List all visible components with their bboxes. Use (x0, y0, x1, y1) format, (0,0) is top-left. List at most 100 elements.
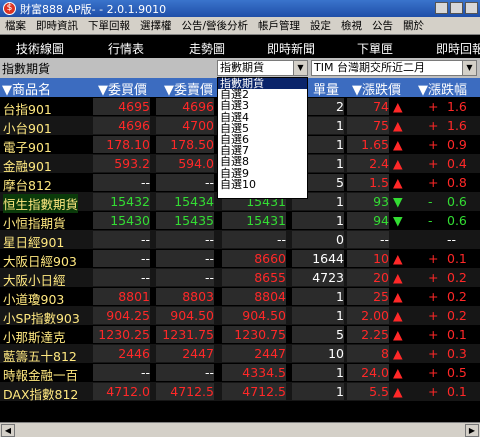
up-arrow-icon: ▲ (393, 270, 403, 285)
maximize-button[interactable] (450, 2, 463, 14)
table-row[interactable]: 小那斯達克 1230.25 1231.75 1230.75 5 2.25 ▲ +0.1 (0, 325, 480, 345)
header-bid[interactable]: ▼委買價 (98, 79, 147, 98)
header-volume[interactable]: 單量 (313, 79, 339, 98)
row-change: 24.0 (361, 365, 389, 380)
row-bid: 178.10 (106, 137, 150, 152)
menu-options[interactable]: 選擇權 (135, 18, 177, 33)
up-arrow-icon: ▲ (393, 365, 403, 380)
menu-announcement-analysis[interactable]: 公告/營後分析 (177, 18, 254, 33)
menu-settings[interactable]: 設定 (305, 18, 336, 33)
minimize-button[interactable] (435, 2, 448, 14)
table-row[interactable]: 小恒指期貨 15430 15435 15431 1 94 ▼ -0.6 (0, 211, 480, 231)
row-change: 2.25 (361, 327, 389, 342)
menu-view[interactable]: 檢視 (336, 18, 367, 33)
quote-table-button[interactable]: 行情表 (108, 40, 144, 57)
row-ask: 4696 (182, 99, 214, 114)
table-row[interactable]: 星日經901 -- -- -- 0 -- -- (0, 230, 480, 250)
up-arrow-icon: ▲ (393, 346, 403, 361)
table-row[interactable]: 時報金融一百 -- -- 4334.5 1 24.0 ▲ +0.5 (0, 363, 480, 383)
row-ask: 178.50 (170, 137, 214, 152)
row-bid: -- (140, 251, 150, 266)
row-last: 15431 (246, 213, 286, 228)
row-last: 1230.75 (234, 327, 286, 342)
row-change: 1.65 (361, 137, 389, 152)
chevron-down-icon[interactable]: ▼ (293, 61, 307, 75)
table-row[interactable]: 大阪小日經 -- -- 8655 4723 20 ▲ +0.2 (0, 268, 480, 288)
up-arrow-icon: ▲ (393, 156, 403, 171)
row-change-sign: + (428, 118, 439, 133)
menu-account[interactable]: 帳戶管理 (253, 18, 305, 33)
menu-realtime-info[interactable]: 即時資訊 (31, 18, 83, 33)
row-bid: 2446 (118, 346, 150, 361)
row-ask: 594.0 (178, 156, 214, 171)
row-bid: 593.2 (114, 156, 150, 171)
row-last: 4334.5 (242, 365, 286, 380)
realtime-news-button[interactable]: 即時新聞 (267, 40, 315, 57)
table-row[interactable]: DAX指數812 4712.0 4712.5 4712.5 1 5.5 ▲ +0.1 (0, 382, 480, 402)
row-change-sign: + (428, 270, 439, 285)
row-change-pct: 0.9 (447, 137, 467, 152)
scroll-right-icon[interactable]: ▶ (465, 424, 479, 437)
trend-chart-button[interactable]: 走勢圖 (189, 40, 225, 57)
row-volume: 1 (336, 384, 344, 399)
table-row[interactable]: 藍籌五十812 2446 2447 2447 10 8 ▲ +0.3 (0, 344, 480, 364)
scroll-left-icon[interactable]: ◀ (1, 424, 15, 437)
dropdown-option[interactable]: 自選9 (218, 167, 307, 179)
row-change-sign: + (428, 156, 439, 171)
up-arrow-icon: ▲ (393, 137, 403, 152)
header-change-pct[interactable]: ▼漲跌幅 (418, 79, 467, 98)
row-change-sign: + (428, 384, 439, 399)
up-arrow-icon: ▲ (393, 175, 403, 190)
row-ask: 2447 (182, 346, 214, 361)
row-change-sign: + (428, 289, 439, 304)
row-change-pct: 0.1 (447, 251, 467, 266)
header-ask[interactable]: ▼委賣價 (164, 79, 213, 98)
horizontal-scrollbar[interactable]: ◀ ▶ (0, 422, 480, 437)
row-change: 5.5 (369, 384, 389, 399)
menu-about[interactable]: 關於 (398, 18, 429, 33)
up-arrow-icon: ▲ (393, 327, 403, 342)
row-change-pct: 1.6 (447, 118, 467, 133)
menu-notice[interactable]: 公告 (367, 18, 398, 33)
close-button[interactable] (465, 2, 478, 14)
table-row[interactable]: 小SP指數903 904.25 904.50 904.50 1 2.00 ▲ +0.2 (0, 306, 480, 326)
order-box-button[interactable]: 下單匣 (357, 40, 393, 57)
up-arrow-icon: ▲ (393, 118, 403, 133)
header-name[interactable]: ▼商品名 (2, 79, 51, 98)
row-volume: 0 (336, 232, 344, 247)
technical-chart-button[interactable]: 技術線圖 (16, 40, 64, 57)
row-change-pct: 0.6 (447, 213, 467, 228)
exchange-select[interactable]: TIM 台灣期交所近二月 ▼ (311, 60, 477, 76)
row-bid: 4712.0 (106, 384, 150, 399)
table-row[interactable]: 小道瓊903 8801 8803 8804 1 25 ▲ +0.2 (0, 287, 480, 307)
row-ask: 4712.5 (170, 384, 214, 399)
row-change-pct: 0.3 (447, 346, 467, 361)
row-change-sign: + (428, 365, 439, 380)
row-ask: -- (204, 232, 214, 247)
row-change: 2.00 (361, 308, 389, 323)
dropdown-option[interactable]: 自選3 (218, 100, 307, 111)
window-title: 財富888 AP版- - 2.0.1.9010 (20, 2, 167, 16)
app-window: $ 財富888 AP版- - 2.0.1.9010 檔案 即時資訊 下單回報 選… (0, 0, 480, 437)
chevron-down-icon[interactable]: ▼ (462, 61, 476, 75)
dropdown-option[interactable]: 自選10 (218, 179, 307, 190)
menu-order-report[interactable]: 下單回報 (83, 18, 135, 33)
menu-file[interactable]: 檔案 (0, 18, 31, 33)
row-ask: -- (204, 175, 214, 190)
list-select[interactable]: 指數期貨 ▼ (217, 60, 308, 76)
row-change-pct: 0.1 (447, 327, 467, 342)
row-bid: 8801 (118, 289, 150, 304)
row-ask: -- (204, 365, 214, 380)
table-row[interactable]: 大阪日經903 -- -- 8660 1644 10 ▲ +0.1 (0, 249, 480, 269)
row-last: 4712.5 (242, 384, 286, 399)
row-last: 904.50 (242, 308, 286, 323)
up-arrow-icon: ▲ (393, 308, 403, 323)
dropdown-option[interactable]: 自選8 (218, 156, 307, 167)
row-change-pct: 0.1 (447, 384, 467, 399)
header-change[interactable]: ▼漲跌價 (352, 79, 401, 98)
row-change: -- (379, 232, 389, 247)
realtime-report-button[interactable]: 即時回報 (436, 40, 480, 57)
row-bid: 4696 (118, 118, 150, 133)
row-change-sign: + (428, 137, 439, 152)
up-arrow-icon: ▲ (393, 384, 403, 399)
